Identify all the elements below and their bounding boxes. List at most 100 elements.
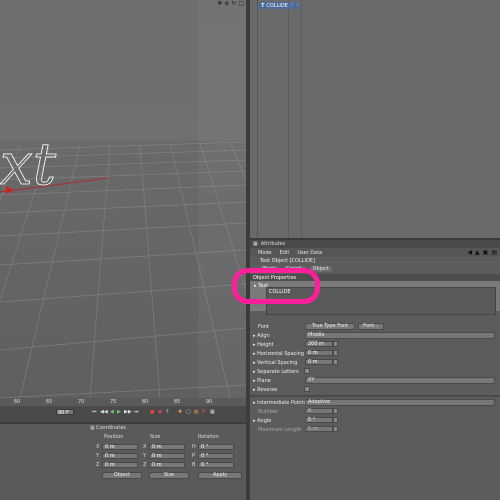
font-label: Font	[258, 323, 269, 330]
number-input[interactable]: 8	[305, 408, 333, 414]
lock-icon[interactable]: ▣	[483, 249, 489, 256]
hspacing-label: ▸ Horizontal Spacing	[253, 350, 305, 357]
new-panel-icon[interactable]: ▤	[491, 249, 497, 256]
maximize-icon[interactable]: □	[238, 0, 244, 8]
rotate-icon[interactable]: ↻	[231, 0, 236, 8]
attributes-menu-bar: Mode Edit User Data ◀ ▲ ▣ ▤	[250, 248, 500, 257]
position-header: Position	[104, 434, 124, 440]
pos-axis-label: Y	[96, 453, 100, 459]
pos-z-input[interactable]: 0 m	[102, 462, 138, 468]
plane-label: ▸ Plane	[253, 377, 271, 384]
size-y-input[interactable]: 0 m	[149, 453, 185, 459]
timeline-ruler[interactable]: 60 65 70 75 80 85 90	[0, 398, 246, 406]
3d-viewport[interactable]: xt ✥ ⊕ ↻ □	[0, 0, 246, 398]
scale-key-icon[interactable]: ▢	[186, 409, 191, 415]
size-z-input[interactable]: 0 m	[149, 462, 185, 468]
separate-checkbox[interactable]	[304, 368, 310, 374]
height-label: ▸ Height	[253, 341, 274, 348]
column-divider	[301, 0, 302, 238]
height-stepper[interactable]	[333, 341, 338, 347]
record-icon[interactable]: ●	[150, 409, 154, 415]
menu-user-data[interactable]: User Data	[297, 250, 322, 256]
rot-p-input[interactable]: 0 °	[198, 453, 234, 459]
tab-coord[interactable]: Coord.	[283, 266, 306, 272]
reverse-row: ▸ Reverse	[250, 386, 500, 393]
object-name: COLLIDE	[266, 2, 288, 9]
hspacing-stepper[interactable]	[333, 350, 338, 356]
tick-label: 90	[206, 399, 213, 405]
align-dropdown[interactable]: Middle	[305, 332, 495, 339]
interp-dropdown[interactable]: Adaptive	[305, 399, 495, 406]
angle-stepper[interactable]	[333, 417, 338, 423]
pla-key-icon[interactable]: ▦	[210, 409, 215, 415]
play-icon[interactable]: ▶	[117, 409, 121, 415]
size-mode-dropdown[interactable]: Size	[149, 472, 189, 479]
timeline[interactable]: 60 65 70 75 80 85 90 90 F ⏮ ◀◀ ◀ ▶ ▶▶ ⏭ …	[0, 398, 246, 422]
maxlen-input[interactable]: 5 m	[305, 426, 333, 432]
size-axis-label: Z	[143, 462, 147, 468]
font-button[interactable]: Font...	[358, 323, 384, 330]
rot-axis-label: P	[192, 453, 196, 459]
prev-key-icon[interactable]: ◀◀	[100, 409, 108, 415]
text-input[interactable]: COLLIDE	[266, 287, 496, 315]
number-row: Number	[250, 408, 500, 415]
rot-axis-label: B	[192, 462, 196, 468]
attributes-title: Attributes	[260, 241, 286, 247]
height-row: ▸ Height	[250, 341, 500, 348]
maxlen-stepper[interactable]	[333, 426, 338, 432]
viewport-nav-icons: ✥ ⊕ ↻ □	[206, 0, 246, 8]
rot-h-input[interactable]: 0 °	[198, 444, 234, 450]
text-object-icon: T	[261, 2, 265, 9]
tab-object[interactable]: Object	[309, 266, 332, 272]
keyframe-select-icon[interactable]: ?	[166, 409, 169, 415]
angle-input[interactable]: 5 °	[305, 417, 333, 423]
back-arrow-icon[interactable]: ◀	[467, 249, 472, 256]
size-axis-label: X	[143, 444, 147, 450]
playback-controls: 90 F ⏮ ◀◀ ◀ ▶ ▶▶ ⏭ ● ◉ ? ✚ ▢ ◍ P ▦	[0, 408, 246, 416]
reverse-label: ▸ Reverse	[253, 386, 278, 393]
coordinates-title: Coordinates	[96, 425, 127, 431]
vspacing-stepper[interactable]	[333, 359, 338, 365]
menu-edit[interactable]: Edit	[280, 250, 290, 256]
move-key-icon[interactable]: ✚	[178, 409, 182, 415]
object-status-icons[interactable]: ✓ ✓	[290, 2, 300, 8]
hspacing-row: ▸ Horizontal Spacing	[250, 350, 500, 357]
vspacing-input[interactable]: 0 m	[305, 359, 333, 365]
menu-mode[interactable]: Mode	[258, 250, 272, 256]
font-type-dropdown[interactable]: True Type Font	[305, 323, 355, 330]
reverse-checkbox[interactable]	[304, 386, 310, 392]
angle-row: ▸ Angle	[250, 417, 500, 424]
rotation-header: Rotation	[198, 434, 219, 440]
rot-b-input[interactable]: 0 °	[198, 462, 234, 468]
apply-button[interactable]: Apply	[198, 472, 242, 479]
maxlen-label: Maximum Length	[258, 426, 302, 433]
param-key-icon[interactable]: P	[202, 409, 205, 415]
up-arrow-icon[interactable]: ▲	[475, 249, 480, 256]
autokey-icon[interactable]: ◉	[158, 409, 162, 415]
frame-field[interactable]: 90 F	[56, 409, 74, 416]
tab-basic[interactable]: Basic	[260, 266, 280, 272]
object-manager: T COLLIDE ✓ ✓	[250, 0, 500, 238]
rot-axis-label: H	[192, 444, 196, 450]
vspacing-label: ▸ Vertical Spacing	[253, 359, 298, 366]
plane-dropdown[interactable]: XY	[305, 377, 495, 384]
pos-x-input[interactable]: 0 m	[102, 444, 138, 450]
viewport-text-object: xt	[0, 130, 57, 198]
rotate-key-icon[interactable]: ◍	[194, 409, 198, 415]
align-label: ▸ Align	[253, 332, 270, 339]
move-icon[interactable]: ✥	[217, 0, 222, 8]
coord-mode-dropdown[interactable]: Object	[102, 472, 142, 479]
goto-end-icon[interactable]: ⏭	[134, 409, 139, 415]
size-x-input[interactable]: 0 m	[149, 444, 185, 450]
number-stepper[interactable]	[333, 408, 338, 414]
pos-y-input[interactable]: 0 m	[102, 453, 138, 459]
height-input[interactable]: 200 m	[305, 341, 333, 347]
zoom-icon[interactable]: ⊕	[224, 0, 229, 8]
number-label: Number	[258, 408, 279, 415]
attributes-object-title: Text Object [COLLIDE]	[260, 258, 315, 264]
hspacing-input[interactable]: 0 m	[305, 350, 333, 356]
next-key-icon[interactable]: ▶▶	[124, 409, 132, 415]
object-properties-header: Object Properties	[250, 274, 500, 281]
goto-start-icon[interactable]: ⏮	[92, 409, 97, 415]
play-back-icon[interactable]: ◀	[110, 409, 114, 415]
